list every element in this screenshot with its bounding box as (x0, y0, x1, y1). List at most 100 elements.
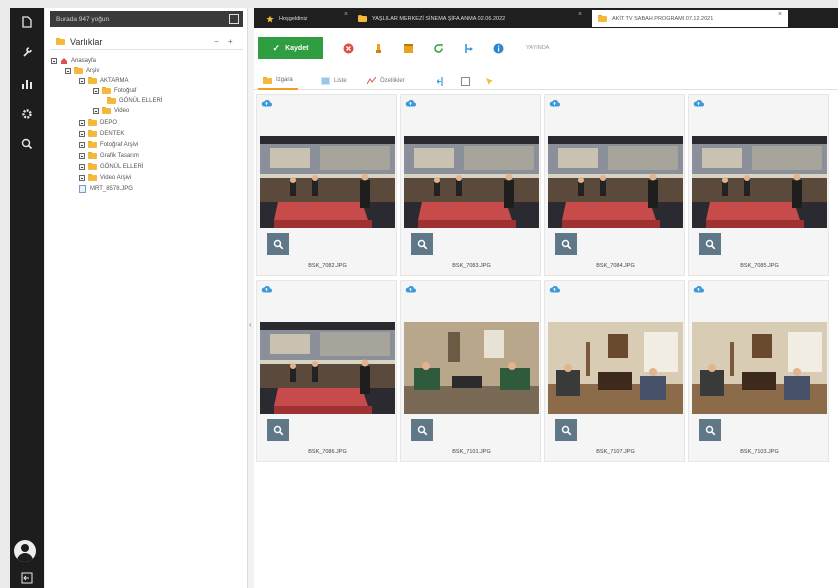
collapse-toggle-icon[interactable] (93, 87, 99, 94)
tree-search-input[interactable] (53, 13, 225, 25)
collapse-toggle-icon[interactable] (65, 67, 71, 74)
file-name: BSK_7082.JPG (308, 263, 347, 269)
cloud-upload-icon[interactable] (405, 99, 416, 107)
search-button-icon[interactable] (229, 14, 239, 24)
collapse-toggle-icon[interactable] (51, 57, 57, 64)
chart-icon[interactable] (19, 76, 35, 92)
tab-label: AKİT TV SABAH PROGRAMI 07.12.2021 (612, 15, 714, 22)
asset-card[interactable]: BSK_7083.JPG (400, 94, 541, 276)
asset-card[interactable]: BSK_7084.JPG (544, 94, 685, 276)
zoom-button[interactable] (699, 419, 721, 441)
tree-node-label: Grafik Tasarım (100, 152, 139, 159)
asset-card[interactable]: BSK_7101.JPG (400, 280, 541, 462)
close-tab-icon[interactable]: × (578, 11, 582, 18)
tree-node-depo[interactable]: DEPO (79, 118, 117, 127)
file-icon[interactable] (19, 14, 35, 30)
tree-node-dentek[interactable]: DENTEK (79, 129, 124, 138)
tab-welcome[interactable]: Hoşgeldiniz × (260, 10, 350, 27)
brush-icon[interactable] (372, 42, 384, 54)
image-thumbnail[interactable] (260, 136, 395, 228)
expand-toggle-icon[interactable] (79, 152, 85, 159)
file-name: BSK_7107.JPG (596, 449, 635, 455)
asset-card[interactable]: BSK_7107.JPG (544, 280, 685, 462)
zoom-button[interactable] (555, 419, 577, 441)
tree-node-fotograf-arsivi[interactable]: Fotoğraf Arşivi (79, 140, 138, 149)
delete-icon[interactable] (342, 42, 354, 54)
tab-yaslilar-merkezi[interactable]: YAŞLILAR MERKEZİ SİNEMA ŞİFA ANMA 02.06.… (352, 10, 588, 27)
tab-list-view[interactable]: Liste (316, 72, 352, 90)
tree-node-label: DENTEK (100, 130, 125, 137)
asset-card[interactable]: BSK_7103.JPG (688, 280, 829, 462)
folder-icon (358, 15, 367, 22)
archive-icon[interactable] (402, 42, 414, 54)
save-button[interactable]: ✓ Kaydet (258, 37, 323, 59)
zoom-button[interactable] (555, 233, 577, 255)
folder-icon (88, 77, 97, 84)
tab-akit-tv[interactable]: AKİT TV SABAH PROGRAMI 07.12.2021 × (592, 10, 788, 27)
tree-node-video[interactable]: Video (93, 106, 129, 115)
share-icon[interactable] (462, 42, 474, 54)
close-tab-icon[interactable]: × (344, 11, 348, 18)
cloud-upload-icon[interactable] (549, 99, 560, 107)
tab-properties-view[interactable]: Özellikler (362, 72, 410, 90)
user-avatar[interactable] (14, 540, 36, 562)
expand-toggle-icon[interactable] (79, 119, 85, 126)
expand-toggle-icon[interactable] (79, 130, 85, 137)
image-thumbnail[interactable] (692, 136, 827, 228)
refresh-icon[interactable] (432, 42, 444, 54)
search-icon[interactable] (19, 136, 35, 152)
tab-label: YAŞLILAR MERKEZİ SİNEMA ŞİFA ANMA 02.06.… (372, 15, 506, 22)
asset-card[interactable]: BSK_7082.JPG (256, 94, 397, 276)
asset-card[interactable]: BSK_7085.JPG (688, 94, 829, 276)
tree-node-label: MRT_8578.JPG (90, 185, 133, 192)
cloud-upload-icon[interactable] (693, 99, 704, 107)
collapse-toggle-icon[interactable] (79, 77, 85, 84)
tree-node-file[interactable]: MRT_8578.JPG (79, 184, 133, 193)
tree-node-gonul-elleri[interactable]: GÖNÜL ELLERİ (107, 96, 162, 105)
tree-node-grafik-tasarim[interactable]: Grafik Tasarım (79, 151, 139, 160)
cloud-upload-icon[interactable] (405, 285, 416, 293)
expand-button[interactable]: + (228, 37, 233, 46)
logout-icon[interactable] (19, 570, 35, 586)
image-thumbnail[interactable] (548, 136, 683, 228)
tree-node-gonul-elleri-2[interactable]: GÖNÜL ELLERİ (79, 162, 143, 171)
image-thumbnail[interactable] (404, 136, 539, 228)
collapse-toggle-icon[interactable] (93, 107, 99, 114)
zoom-button[interactable] (699, 233, 721, 255)
pointer-icon[interactable] (480, 72, 499, 90)
tab-grid-view[interactable]: Izgara (258, 72, 298, 90)
expand-toggle-icon[interactable] (79, 141, 85, 148)
folder-icon (74, 67, 83, 74)
image-thumbnail[interactable] (548, 322, 683, 414)
close-tab-icon[interactable]: × (778, 11, 782, 18)
file-name: BSK_7101.JPG (452, 449, 491, 455)
splitter-handle-icon[interactable]: ‹ (249, 320, 252, 329)
image-thumbnail[interactable] (692, 322, 827, 414)
cloud-upload-icon[interactable] (549, 285, 560, 293)
tree-node-video-arsivi[interactable]: Video Arşivi (79, 173, 131, 182)
expand-toggle-icon[interactable] (79, 174, 85, 181)
info-icon[interactable] (492, 42, 504, 54)
cloud-upload-icon[interactable] (261, 285, 272, 293)
collapse-button[interactable]: − (214, 37, 219, 46)
zoom-button[interactable] (267, 419, 289, 441)
tree-node-fotograf[interactable]: Fotoğraf (93, 86, 136, 95)
tree-node-archive[interactable]: Arşiv (65, 66, 99, 75)
cloud-upload-icon[interactable] (261, 99, 272, 107)
gear-icon[interactable] (19, 106, 35, 122)
frame-icon[interactable] (456, 72, 475, 90)
align-icon[interactable] (432, 72, 451, 90)
wrench-icon[interactable] (19, 44, 35, 60)
tree-node-aktarma[interactable]: AKTARMA (79, 76, 129, 85)
tree-node-home[interactable]: Anasayfa (51, 56, 96, 65)
zoom-button[interactable] (267, 233, 289, 255)
cloud-upload-icon[interactable] (693, 285, 704, 293)
expand-toggle-icon[interactable] (79, 163, 85, 170)
zoom-button[interactable] (411, 419, 433, 441)
magnifier-icon (273, 425, 283, 435)
image-thumbnail[interactable] (404, 322, 539, 414)
zoom-button[interactable] (411, 233, 433, 255)
magnifier-icon (705, 425, 715, 435)
asset-card[interactable]: BSK_7086.JPG (256, 280, 397, 462)
image-thumbnail[interactable] (260, 322, 395, 414)
